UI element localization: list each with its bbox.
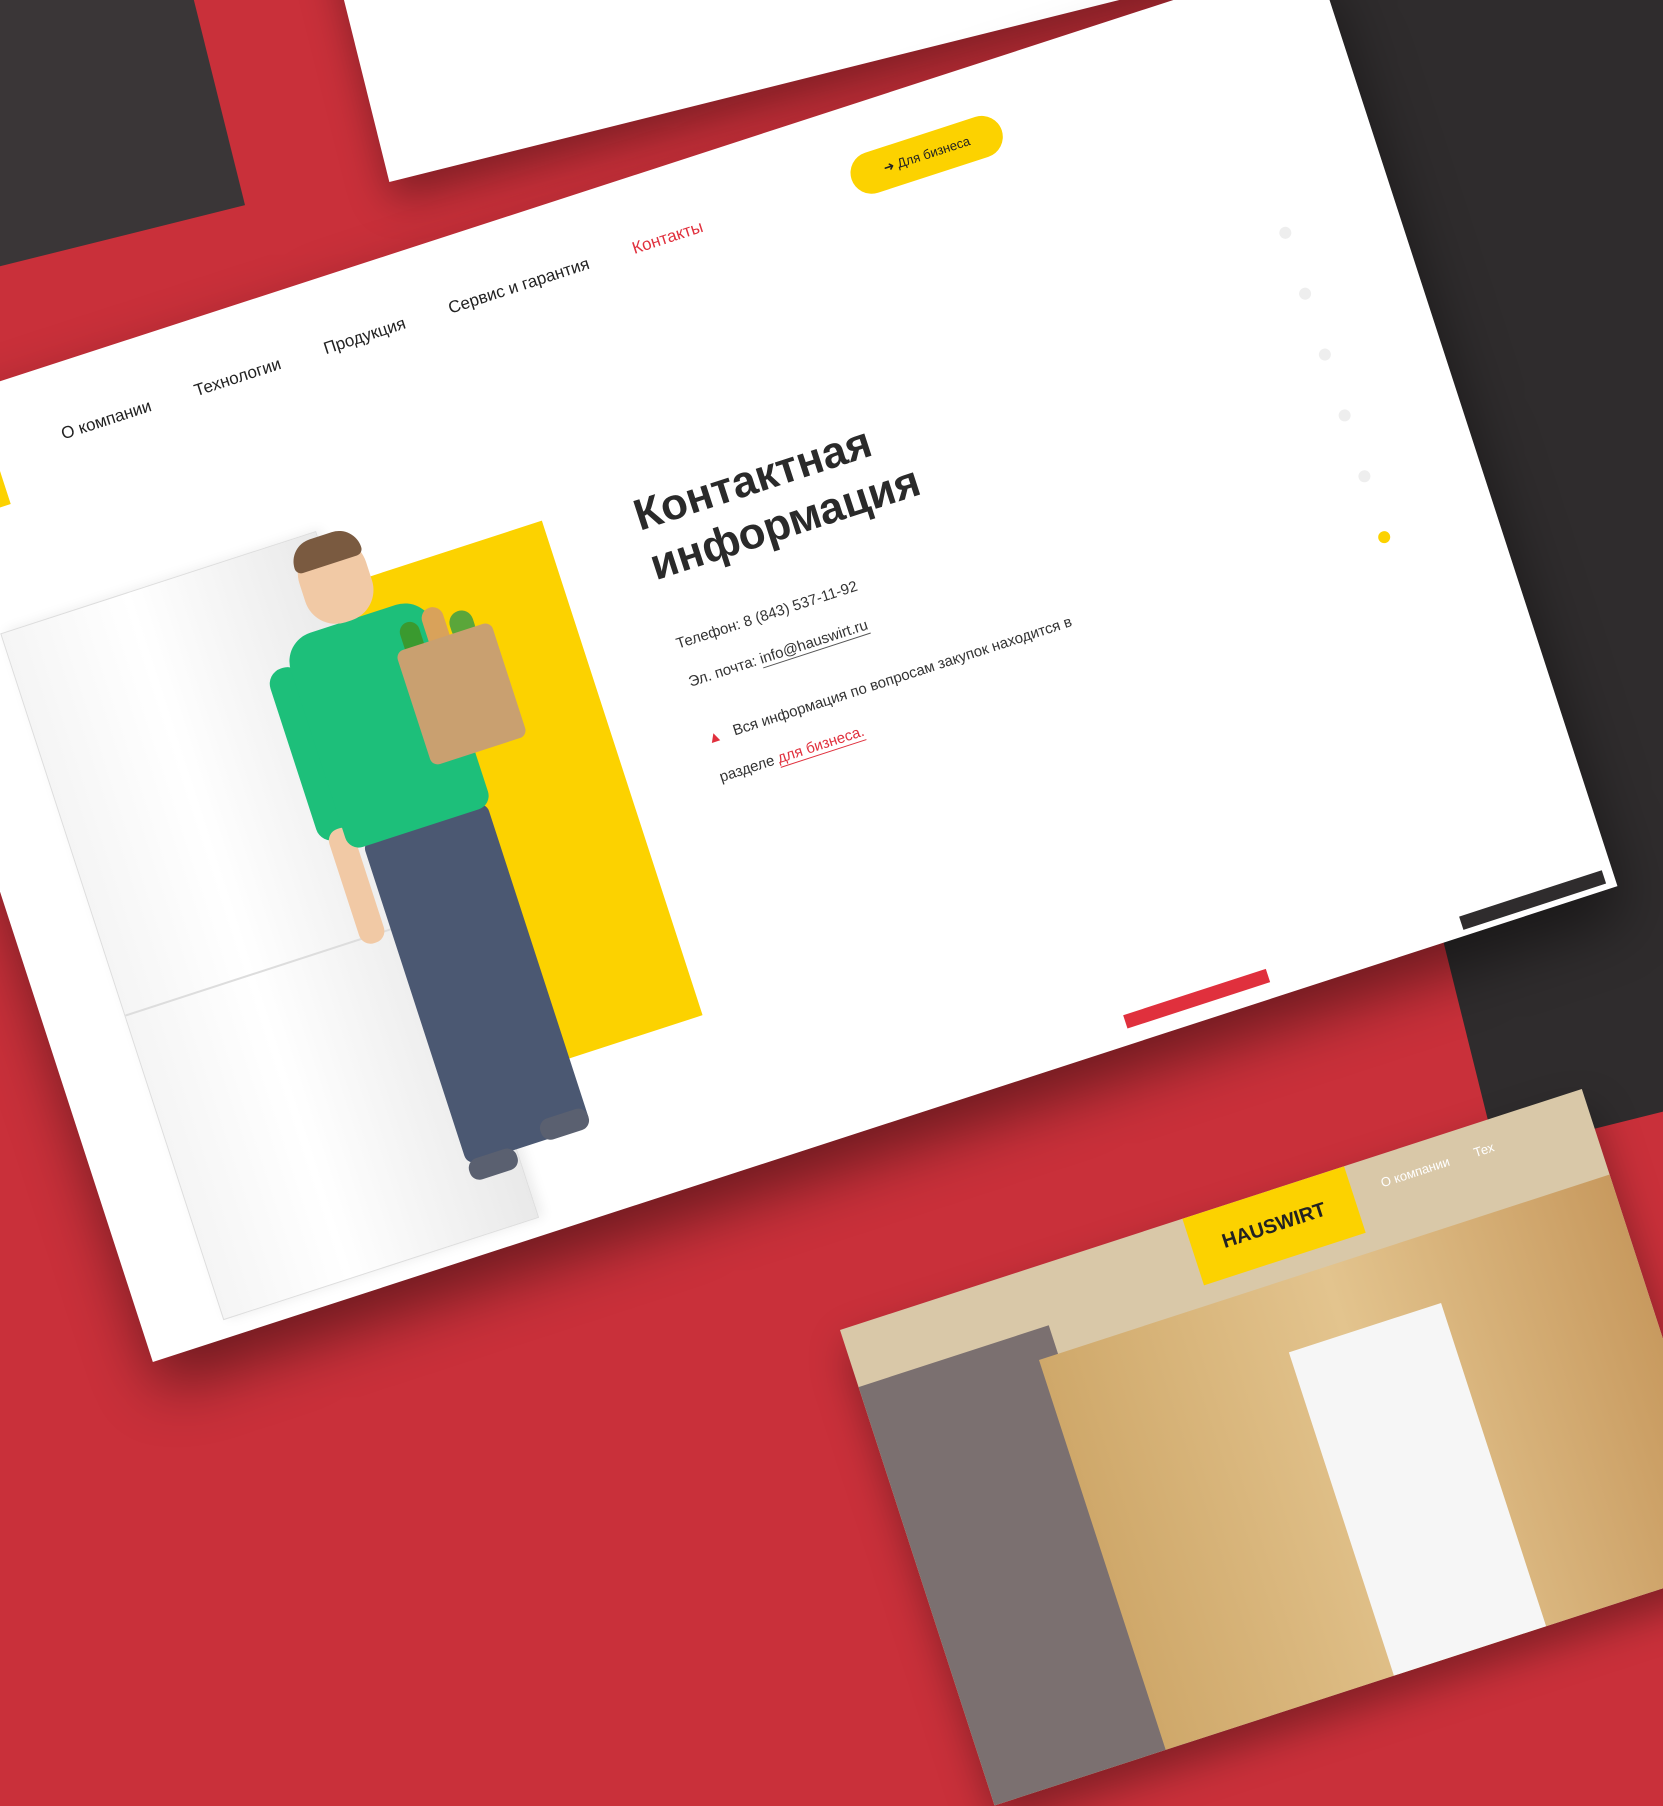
warning-icon: ▲: [705, 726, 725, 748]
page-title: Контактная информация: [627, 406, 926, 592]
pagination-dot[interactable]: [1337, 407, 1353, 423]
background-dark-panel-left: [0, 0, 246, 286]
second-nav-item-about[interactable]: О компании: [1379, 1154, 1452, 1190]
nav-item-contacts[interactable]: Контакты: [630, 217, 706, 259]
second-nav-item-technologies[interactable]: Тех: [1472, 1139, 1496, 1160]
second-page-nav: О компании Тех: [1379, 1139, 1496, 1190]
page-pagination-dots: [1277, 225, 1392, 545]
pagination-dot[interactable]: [1297, 286, 1313, 302]
nav-item-technologies[interactable]: Технологии: [192, 354, 284, 401]
pagination-dot[interactable]: [1277, 225, 1293, 241]
pagination-dot[interactable]: [1356, 468, 1372, 484]
nav-item-products[interactable]: Продукция: [321, 314, 408, 359]
business-button-label: Для бизнеса: [895, 133, 972, 171]
second-page-mockup: HAUSWIRT О компании Тех: [840, 1088, 1663, 1806]
business-button[interactable]: ➜ Для бизнеса: [845, 110, 1009, 200]
decor-strip-yellow: [786, 1130, 934, 1191]
login-icon: ➜: [881, 157, 897, 176]
nav-item-service[interactable]: Сервис и гарантия: [446, 254, 592, 319]
main-nav: О компании Технологии Продукция Сервис и…: [59, 217, 706, 444]
pagination-dot[interactable]: [1317, 346, 1333, 363]
person-legs: [362, 801, 592, 1166]
business-section-link[interactable]: для бизнеса.: [775, 722, 867, 768]
pagination-dot-active[interactable]: [1376, 529, 1392, 545]
nav-item-about[interactable]: О компании: [59, 396, 154, 444]
logo-block[interactable]: [0, 427, 11, 532]
decor-strip-red: [1123, 968, 1271, 1029]
email-label: Эл. почта:: [686, 652, 759, 691]
